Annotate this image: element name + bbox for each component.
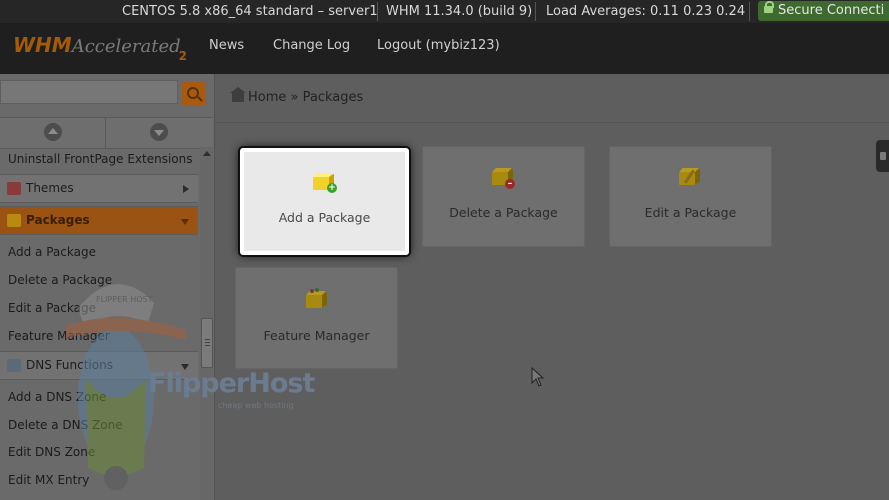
tile-label: Delete a Package	[449, 205, 558, 220]
scroll-up-arrow-icon[interactable]	[203, 151, 211, 156]
package-edit-icon	[679, 168, 700, 185]
search-button[interactable]	[181, 82, 206, 106]
status-divider	[749, 2, 750, 21]
watermark-brand: FlipperHost	[148, 368, 315, 399]
home-icon[interactable]	[230, 87, 246, 102]
sidebar-item-add-package[interactable]: Add a Package	[8, 245, 96, 259]
minus-icon: –	[505, 179, 515, 189]
sidebar-group-packages[interactable]: Packages	[0, 206, 198, 235]
chevron-down-icon	[181, 219, 189, 225]
lock-icon	[764, 1, 774, 13]
load-averages: Load Averages: 0.11 0.23 0.24	[546, 4, 746, 19]
status-divider	[535, 2, 536, 21]
logo-whm: WHM	[13, 33, 72, 57]
themes-icon	[7, 182, 21, 195]
breadcrumb-current: Packages	[302, 90, 364, 105]
top-navigation: WHMAccelerated2 News Change Log Logout (…	[0, 23, 889, 74]
package-delete-icon: –	[492, 168, 515, 189]
delete-package-tile[interactable]: – Delete a Package	[422, 146, 585, 247]
server-info: CENTOS 5.8 x86_64 standard – server1	[122, 4, 378, 19]
mascot-hat-text: FLIPPER HOST	[96, 295, 153, 304]
divider	[105, 118, 106, 148]
content-divider	[216, 122, 889, 123]
add-package-tile[interactable]: + Add a Package	[240, 148, 409, 255]
whm-logo[interactable]: WHMAccelerated2	[13, 33, 189, 63]
logo-num: 2	[178, 49, 188, 63]
sidebar-item-uninstall-frontpage[interactable]: Uninstall FrontPage Extensions	[8, 152, 193, 166]
dns-icon	[7, 359, 21, 372]
plus-icon: +	[327, 183, 337, 193]
feature-manager-icon	[306, 288, 327, 308]
side-panel-toggle[interactable]	[876, 140, 889, 172]
breadcrumb: Home » Packages	[230, 87, 364, 105]
status-divider	[377, 2, 378, 21]
feature-manager-tile[interactable]: Feature Manager	[235, 267, 398, 369]
whm-version: WHM 11.34.0 (build 9)	[386, 4, 533, 19]
chevron-right-icon	[183, 185, 189, 193]
scroll-up-button[interactable]	[44, 123, 62, 141]
tile-label: Add a Package	[278, 210, 371, 225]
menu-scroll-controls	[0, 117, 213, 149]
search-input[interactable]	[0, 80, 178, 104]
package-add-icon: +	[313, 173, 337, 193]
search-icon	[187, 87, 199, 99]
package-icon	[7, 214, 21, 227]
edit-package-tile[interactable]: Edit a Package	[609, 146, 772, 247]
scroll-down-button[interactable]	[150, 123, 168, 141]
secure-connection-badge: Secure Connecti	[758, 1, 889, 21]
secure-label: Secure Connecti	[778, 3, 885, 18]
nav-logout[interactable]: Logout (mybiz123)	[377, 38, 500, 53]
nav-change-log[interactable]: Change Log	[273, 38, 350, 53]
sidebar-group-label: Packages	[26, 213, 90, 227]
sidebar-group-label: Themes	[26, 181, 74, 195]
status-bar: CENTOS 5.8 x86_64 standard – server1 WHM…	[0, 0, 889, 23]
logo-accelerated: Accelerated	[71, 36, 181, 57]
sidebar-group-themes[interactable]: Themes	[0, 174, 198, 203]
watermark-subtitle: cheap web hosting	[218, 401, 294, 410]
nav-news[interactable]: News	[209, 38, 244, 53]
breadcrumb-separator: »	[290, 90, 299, 105]
tile-label: Feature Manager	[263, 328, 370, 343]
breadcrumb-home[interactable]: Home	[248, 90, 286, 105]
tile-label: Edit a Package	[644, 205, 737, 220]
mouse-cursor-icon	[531, 367, 545, 387]
